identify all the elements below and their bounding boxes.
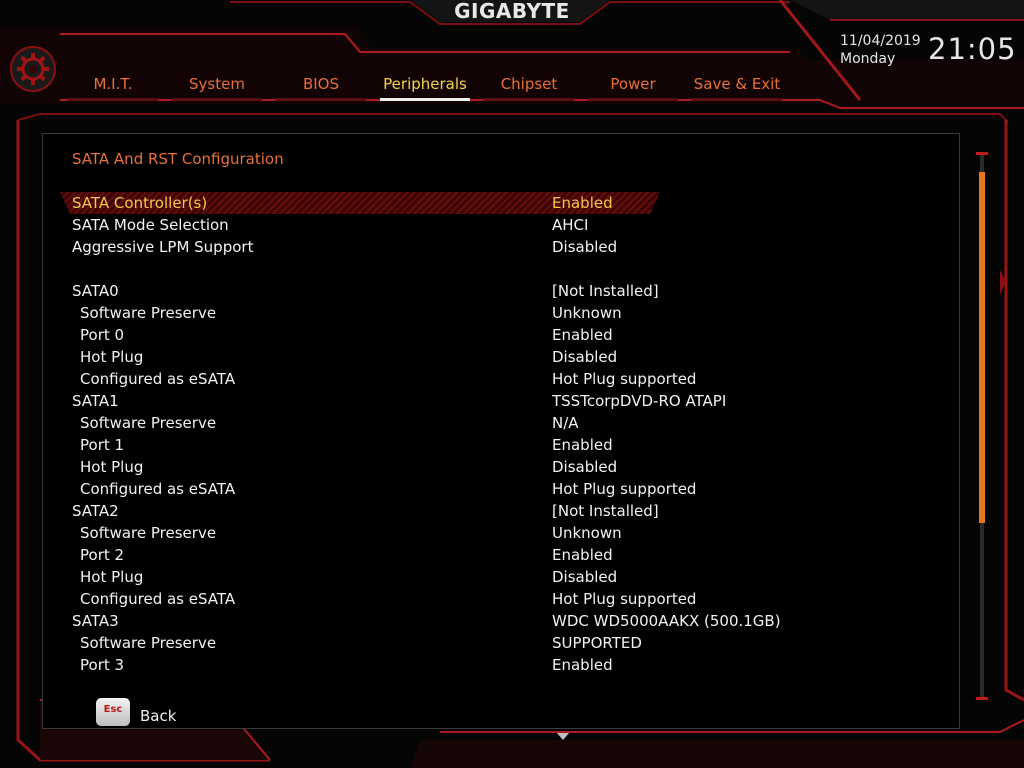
setting-row[interactable]: Port 1 Enabled (60, 434, 680, 456)
setting-row[interactable]: SATA2 [Not Installed] (60, 500, 680, 522)
tab-chipset[interactable]: Chipset (484, 70, 574, 101)
setting-value[interactable]: AHCI (552, 214, 588, 236)
setting-label: Configured as eSATA (80, 590, 236, 608)
setting-label: Port 2 (80, 546, 125, 564)
date-display: 11/04/2019 Monday (840, 32, 921, 68)
setting-value[interactable]: Unknown (552, 522, 622, 544)
brand-logo: GIGABYTE (454, 0, 570, 23)
setting-label: SATA Controller(s) (72, 194, 208, 212)
setting-label: SATA3 (72, 612, 119, 630)
setting-row[interactable]: Software Preserve Unknown (60, 302, 680, 324)
tab-power[interactable]: Power (588, 70, 678, 101)
setting-row[interactable]: Port 2 Enabled (60, 544, 680, 566)
setting-row[interactable]: Port 0 Enabled (60, 324, 680, 346)
setting-row[interactable]: Software Preserve Unknown (60, 522, 680, 544)
setting-label: Software Preserve (80, 634, 217, 652)
setting-label: SATA0 (72, 282, 119, 300)
setting-label: SATA2 (72, 502, 119, 520)
scrollbar-bottom-cap (976, 697, 988, 700)
setting-row[interactable]: Configured as eSATA Hot Plug supported (60, 478, 696, 500)
setting-value[interactable]: Disabled (552, 456, 617, 478)
setting-row[interactable]: Hot Plug Disabled (60, 456, 680, 478)
setting-row[interactable]: Configured as eSATA Hot Plug supported (60, 368, 696, 390)
setting-row[interactable]: SATA3 WDC WD5000AAKX (500.1GB) (60, 610, 781, 632)
setting-value[interactable]: [Not Installed] (552, 280, 659, 302)
tab-bios[interactable]: BIOS (276, 70, 366, 101)
setting-row[interactable]: Hot Plug Disabled (60, 346, 680, 368)
setting-label: Software Preserve (80, 524, 217, 542)
setting-value[interactable]: Hot Plug supported (552, 588, 696, 610)
setting-label: Port 3 (80, 656, 125, 674)
setting-value[interactable]: [Not Installed] (552, 500, 659, 522)
setting-label: SATA1 (72, 392, 119, 410)
section-title: SATA And RST Configuration (72, 150, 284, 168)
setting-row[interactable]: Software Preserve N/A (60, 412, 680, 434)
setting-row[interactable]: SATA1 TSSTcorpDVD-RO ATAPI (60, 390, 726, 412)
setting-label: Aggressive LPM Support (72, 238, 254, 256)
clock-time: 21:05 (928, 32, 1017, 66)
setting-row[interactable]: Aggressive LPM Support Disabled (60, 236, 680, 258)
setting-label: Software Preserve (80, 414, 217, 432)
setting-row[interactable]: SATA Controller(s) Enabled (60, 192, 660, 214)
setting-value[interactable]: Enabled (552, 654, 613, 676)
setting-label: Hot Plug (80, 348, 144, 366)
tab-mit[interactable]: M.I.T. (68, 70, 158, 101)
setting-value[interactable]: Unknown (552, 302, 622, 324)
day-text: Monday (840, 51, 896, 67)
esc-key-icon[interactable]: Esc (96, 698, 130, 726)
setting-value[interactable]: Enabled (552, 192, 613, 214)
setting-row[interactable]: Port 3 Enabled (60, 654, 680, 676)
setting-row[interactable]: SATA0 [Not Installed] (60, 280, 680, 302)
tab-peripherals[interactable]: Peripherals (380, 70, 470, 101)
setting-label: Hot Plug (80, 568, 144, 586)
scrollbar-thumb[interactable] (979, 172, 985, 523)
setting-value[interactable]: Disabled (552, 236, 617, 258)
setting-value[interactable]: Enabled (552, 324, 613, 346)
tab-system[interactable]: System (172, 70, 262, 101)
setting-value[interactable]: SUPPORTED (552, 632, 642, 654)
setting-label: Port 1 (80, 436, 125, 454)
setting-row[interactable]: Software Preserve SUPPORTED (60, 632, 680, 654)
setting-label: Hot Plug (80, 458, 144, 476)
setting-label: Port 0 (80, 326, 125, 344)
setting-value[interactable]: N/A (552, 412, 579, 434)
setting-value[interactable]: Disabled (552, 566, 617, 588)
setting-value[interactable]: Hot Plug supported (552, 478, 696, 500)
setting-label: Configured as eSATA (80, 480, 236, 498)
back-button[interactable]: Back (140, 707, 176, 725)
date-text: 11/04/2019 (840, 33, 921, 49)
settings-gear[interactable] (8, 38, 58, 100)
setting-value[interactable]: WDC WD5000AAKX (500.1GB) (552, 610, 781, 632)
setting-value[interactable]: Enabled (552, 434, 613, 456)
scrollbar-top-cap (976, 152, 988, 155)
setting-row[interactable]: SATA Mode Selection AHCI (60, 214, 680, 236)
setting-value[interactable]: Enabled (552, 544, 613, 566)
setting-label: Software Preserve (80, 304, 217, 322)
setting-value[interactable]: Hot Plug supported (552, 368, 696, 390)
setting-label: SATA Mode Selection (72, 216, 229, 234)
setting-row[interactable]: Configured as eSATA Hot Plug supported (60, 588, 696, 610)
setting-value[interactable]: Disabled (552, 346, 617, 368)
gear-icon (10, 46, 56, 92)
setting-row[interactable]: Hot Plug Disabled (60, 566, 680, 588)
setting-label: Configured as eSATA (80, 370, 236, 388)
tab-save-exit[interactable]: Save & Exit (692, 70, 782, 101)
setting-value[interactable]: TSSTcorpDVD-RO ATAPI (552, 390, 726, 412)
